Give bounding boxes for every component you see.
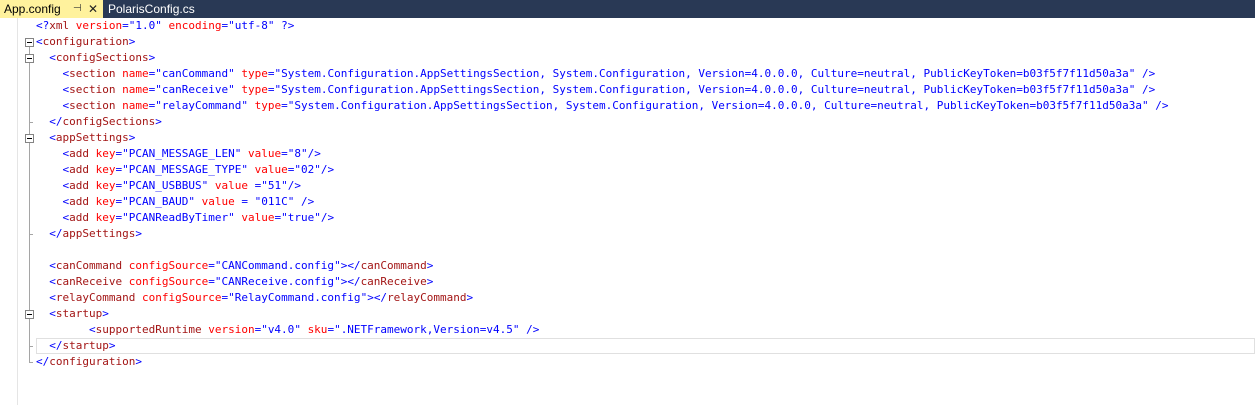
tab-polaris-config-cs[interactable]: PolarisConfig.cs xyxy=(104,0,196,18)
code-line[interactable]: <configuration> xyxy=(36,34,1255,50)
code-line[interactable]: <?xml version="1.0" encoding="utf-8" ?> xyxy=(36,18,1255,34)
code-line[interactable]: <relayCommand configSource="RelayCommand… xyxy=(36,290,1255,306)
code-editor[interactable]: <?xml version="1.0" encoding="utf-8" ?> <… xyxy=(0,18,1255,405)
code-line[interactable]: <supportedRuntime version="v4.0" sku=".N… xyxy=(36,322,1255,338)
tab-app-config[interactable]: App.config ⊣ ✕ xyxy=(0,0,103,18)
fold-guide-line xyxy=(29,63,30,122)
collapse-icon[interactable] xyxy=(25,310,34,319)
fold-end-marker xyxy=(29,362,33,363)
code-line[interactable]: <appSettings> xyxy=(36,130,1255,146)
code-line[interactable]: <section name="canCommand" type="System.… xyxy=(36,66,1255,82)
code-line[interactable]: <add key="PCAN_BAUD" value = "011C" /> xyxy=(36,194,1255,210)
collapse-icon[interactable] xyxy=(25,134,34,143)
document-tab-bar: App.config ⊣ ✕ PolarisConfig.cs xyxy=(0,0,1255,18)
fold-end-marker xyxy=(29,346,33,347)
fold-end-marker xyxy=(29,234,33,235)
code-line[interactable]: <startup> xyxy=(36,306,1255,322)
code-line[interactable] xyxy=(36,242,1255,258)
code-line[interactable]: <add key="PCAN_MESSAGE_LEN" value="8"/> xyxy=(36,146,1255,162)
editor-margin xyxy=(0,18,16,405)
margin-divider xyxy=(17,18,18,405)
collapse-icon[interactable] xyxy=(25,38,34,47)
tab-label: App.config xyxy=(4,2,61,16)
code-line[interactable]: <add key="PCAN_USBBUS" value ="51"/> xyxy=(36,178,1255,194)
code-line[interactable]: <canReceive configSource="CANReceive.con… xyxy=(36,274,1255,290)
code-line[interactable]: </configSections> xyxy=(36,114,1255,130)
code-line[interactable]: <canCommand configSource="CANCommand.con… xyxy=(36,258,1255,274)
code-line[interactable]: <section name="canReceive" type="System.… xyxy=(36,82,1255,98)
fold-end-marker xyxy=(29,122,33,123)
close-icon[interactable]: ✕ xyxy=(88,0,98,18)
code-text-area[interactable]: <?xml version="1.0" encoding="utf-8" ?> <… xyxy=(36,18,1255,370)
code-line[interactable]: </appSettings> xyxy=(36,226,1255,242)
code-line[interactable]: </startup> xyxy=(36,338,1255,354)
fold-guide-line xyxy=(29,143,30,234)
fold-guide-line xyxy=(29,319,30,346)
code-line[interactable]: <add key="PCAN_MESSAGE_TYPE" value="02"/… xyxy=(36,162,1255,178)
code-line[interactable]: <add key="PCANReadByTimer" value="true"/… xyxy=(36,210,1255,226)
tab-label: PolarisConfig.cs xyxy=(108,2,195,16)
code-line[interactable]: <configSections> xyxy=(36,50,1255,66)
code-line[interactable]: </configuration> xyxy=(36,354,1255,370)
code-line[interactable]: <section name="relayCommand" type="Syste… xyxy=(36,98,1255,114)
pin-icon[interactable]: ⊣ xyxy=(73,0,82,18)
collapse-icon[interactable] xyxy=(25,54,34,63)
